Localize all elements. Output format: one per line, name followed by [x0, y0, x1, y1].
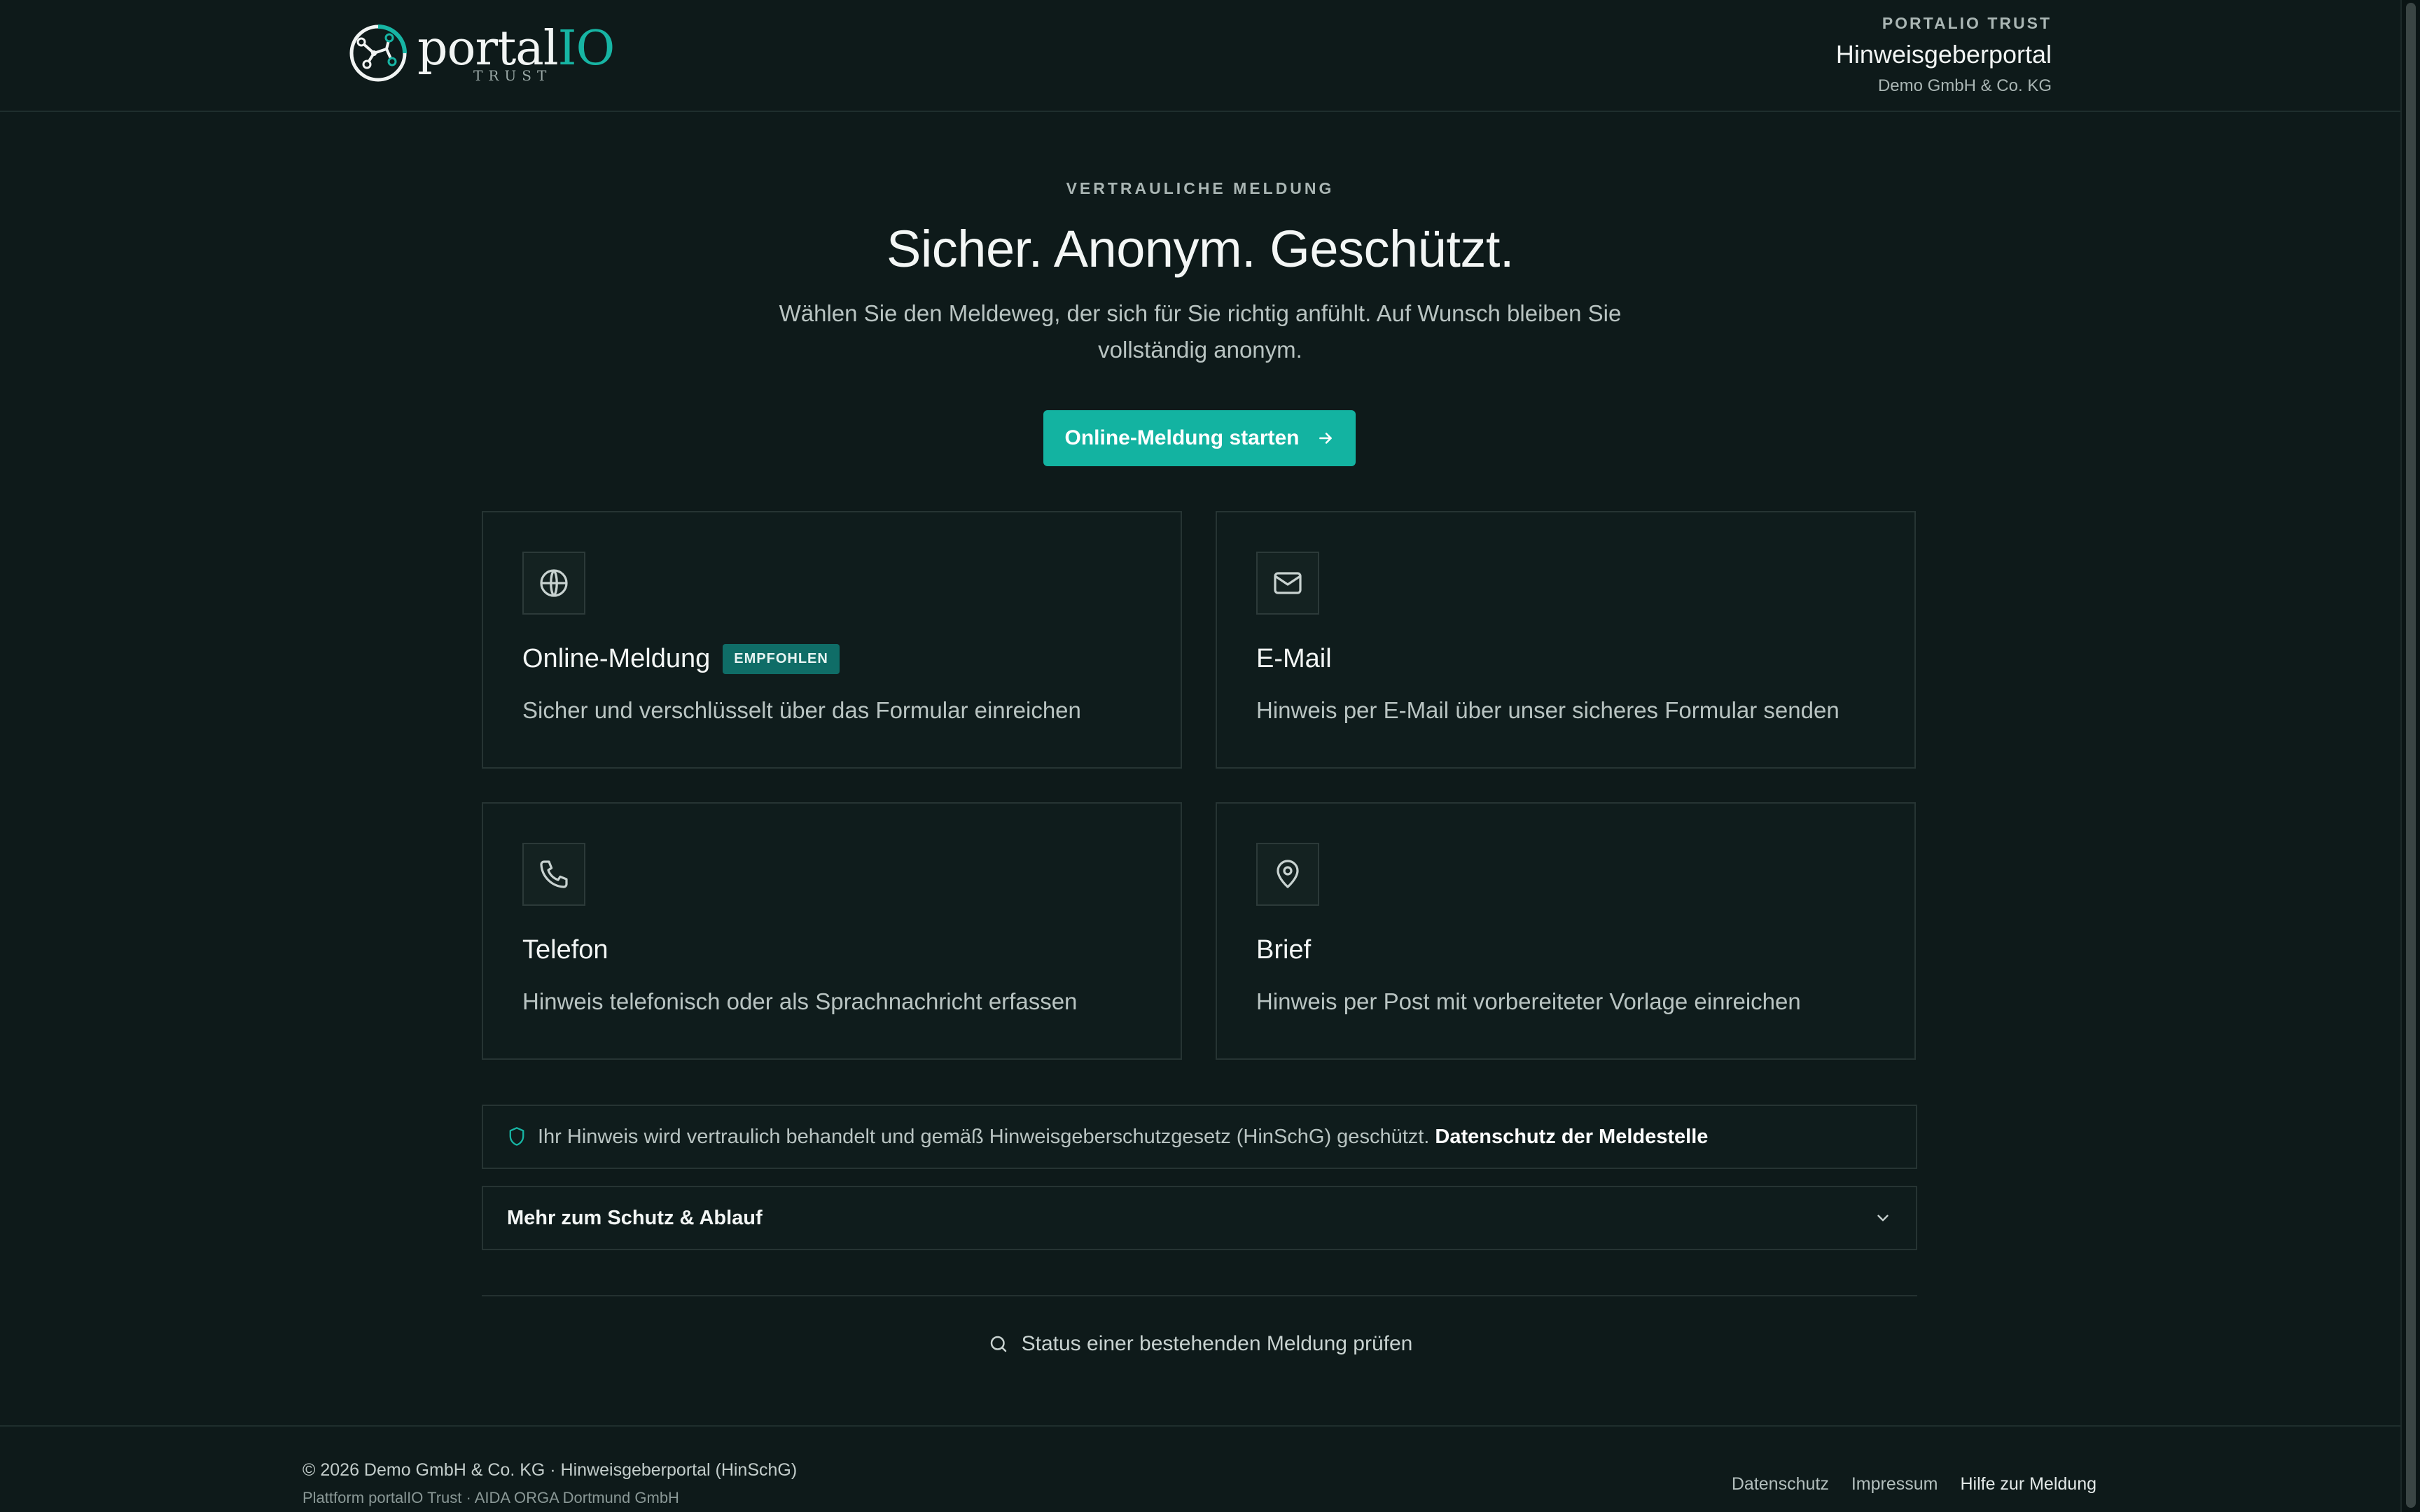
shield-icon — [507, 1126, 527, 1147]
card-phone[interactable]: Telefon Hinweis telefonisch oder als Spr… — [482, 802, 1182, 1060]
card-online-report[interactable]: Online-Meldung EMPFOHLEN Sicher und vers… — [482, 511, 1182, 769]
header-brand-info: PORTALIO TRUST Hinweisgeberportal Demo G… — [1836, 14, 2052, 96]
phone-icon — [540, 860, 568, 888]
card-title: Online-Meldung EMPFOHLEN — [522, 644, 840, 674]
header-title: Hinweisgeberportal — [1835, 40, 2052, 69]
footer-link-imprint[interactable]: Impressum — [1851, 1474, 1938, 1494]
header-company: Demo GmbH & Co. KG — [1877, 76, 2052, 95]
status-link-label: Status einer bestehenden Meldung prüfen — [1021, 1332, 1413, 1355]
privacy-notice: Ihr Hinweis wird vertraulich behandelt u… — [482, 1105, 1917, 1169]
scrollbar-thumb[interactable] — [2406, 3, 2416, 1508]
card-letter[interactable]: Brief Hinweis per Post mit vorbereiteter… — [1216, 802, 1916, 1060]
accordion-label: Mehr zum Schutz & Ablauf — [507, 1206, 763, 1229]
check-report-status-link[interactable]: Status einer bestehenden Meldung prüfen — [0, 1323, 2400, 1365]
card-email[interactable]: E-Mail Hinweis per E-Mail über unser sic… — [1216, 511, 1916, 769]
mail-icon — [1274, 572, 1302, 594]
portalio-logo[interactable]: portalIO TRUST — [346, 20, 615, 87]
card-title-text: Telefon — [522, 935, 609, 965]
card-description: Hinweis per Post mit vorbereiteter Vorla… — [1256, 988, 1801, 1014]
card-title-text: Brief — [1256, 935, 1312, 965]
protection-process-accordion[interactable]: Mehr zum Schutz & Ablauf — [482, 1186, 1917, 1250]
arrow-right-icon — [1319, 433, 1332, 444]
footer-platform: Plattform portalIO Trust · AIDA ORGA Dor… — [302, 1489, 679, 1506]
site-header: portalIO TRUST PORTALIO TRUST Hinweisgeb… — [0, 0, 2400, 112]
logo-mark-icon — [349, 24, 407, 82]
site-footer: © 2026 Demo GmbH & Co. KG · Hinweisgeber… — [0, 1425, 2400, 1512]
card-title: Telefon — [522, 935, 609, 965]
globe-icon — [540, 569, 568, 597]
privacy-policy-link[interactable]: Datenschutz der Meldestelle — [1435, 1126, 1708, 1149]
card-description: Hinweis per E-Mail über unser sicheres F… — [1256, 697, 1840, 723]
footer-link-privacy[interactable]: Datenschutz — [1732, 1474, 1829, 1494]
card-icon-box — [522, 843, 585, 906]
recommended-badge: EMPFOHLEN — [723, 644, 840, 674]
page-scrollbar[interactable] — [2400, 0, 2420, 1512]
map-pin-icon — [1277, 860, 1299, 888]
footer-info: © 2026 Demo GmbH & Co. KG · Hinweisgeber… — [302, 1460, 797, 1507]
header-kicker: PORTALIO TRUST — [1882, 14, 2052, 32]
chevron-down-icon — [1877, 1214, 1889, 1222]
search-icon — [990, 1336, 1006, 1352]
footer-link-help[interactable]: Hilfe zur Meldung — [1960, 1474, 2096, 1494]
logo-subtitle: TRUST — [473, 67, 552, 84]
card-title-text: E-Mail — [1256, 644, 1332, 673]
divider — [482, 1295, 1917, 1296]
card-icon-box — [1256, 843, 1319, 906]
cta-label: Online-Meldung starten — [1064, 426, 1300, 449]
hero-subtitle: Wählen Sie den Meldeweg, der sich für Si… — [779, 300, 1622, 363]
hero-title: Sicher. Anonym. Geschützt. — [886, 220, 1515, 278]
card-icon-box — [522, 552, 585, 615]
start-online-report-button[interactable]: Online-Meldung starten — [1043, 410, 1356, 466]
card-description: Hinweis telefonisch oder als Sprachnachr… — [522, 988, 1078, 1014]
hero-kicker: VERTRAULICHE MELDUNG — [1066, 179, 1335, 197]
footer-copyright: © 2026 Demo GmbH & Co. KG · Hinweisgeber… — [302, 1460, 798, 1480]
privacy-notice-text: Ihr Hinweis wird vertraulich behandelt u… — [538, 1125, 1430, 1148]
card-title: Brief — [1256, 935, 1311, 965]
card-title-text: Online-Meldung — [522, 644, 711, 673]
logo-text: portalIO TRUST — [417, 20, 615, 87]
card-icon-box — [1256, 552, 1319, 615]
card-title: E-Mail — [1256, 644, 1332, 674]
card-description: Sicher und verschlüsselt über das Formul… — [522, 697, 1081, 723]
hero-section: VERTRAULICHE MELDUNG Sicher. Anonym. Ges… — [0, 179, 2400, 368]
footer-links: Datenschutz Impressum Hilfe zur Meldung — [1732, 1474, 2096, 1494]
